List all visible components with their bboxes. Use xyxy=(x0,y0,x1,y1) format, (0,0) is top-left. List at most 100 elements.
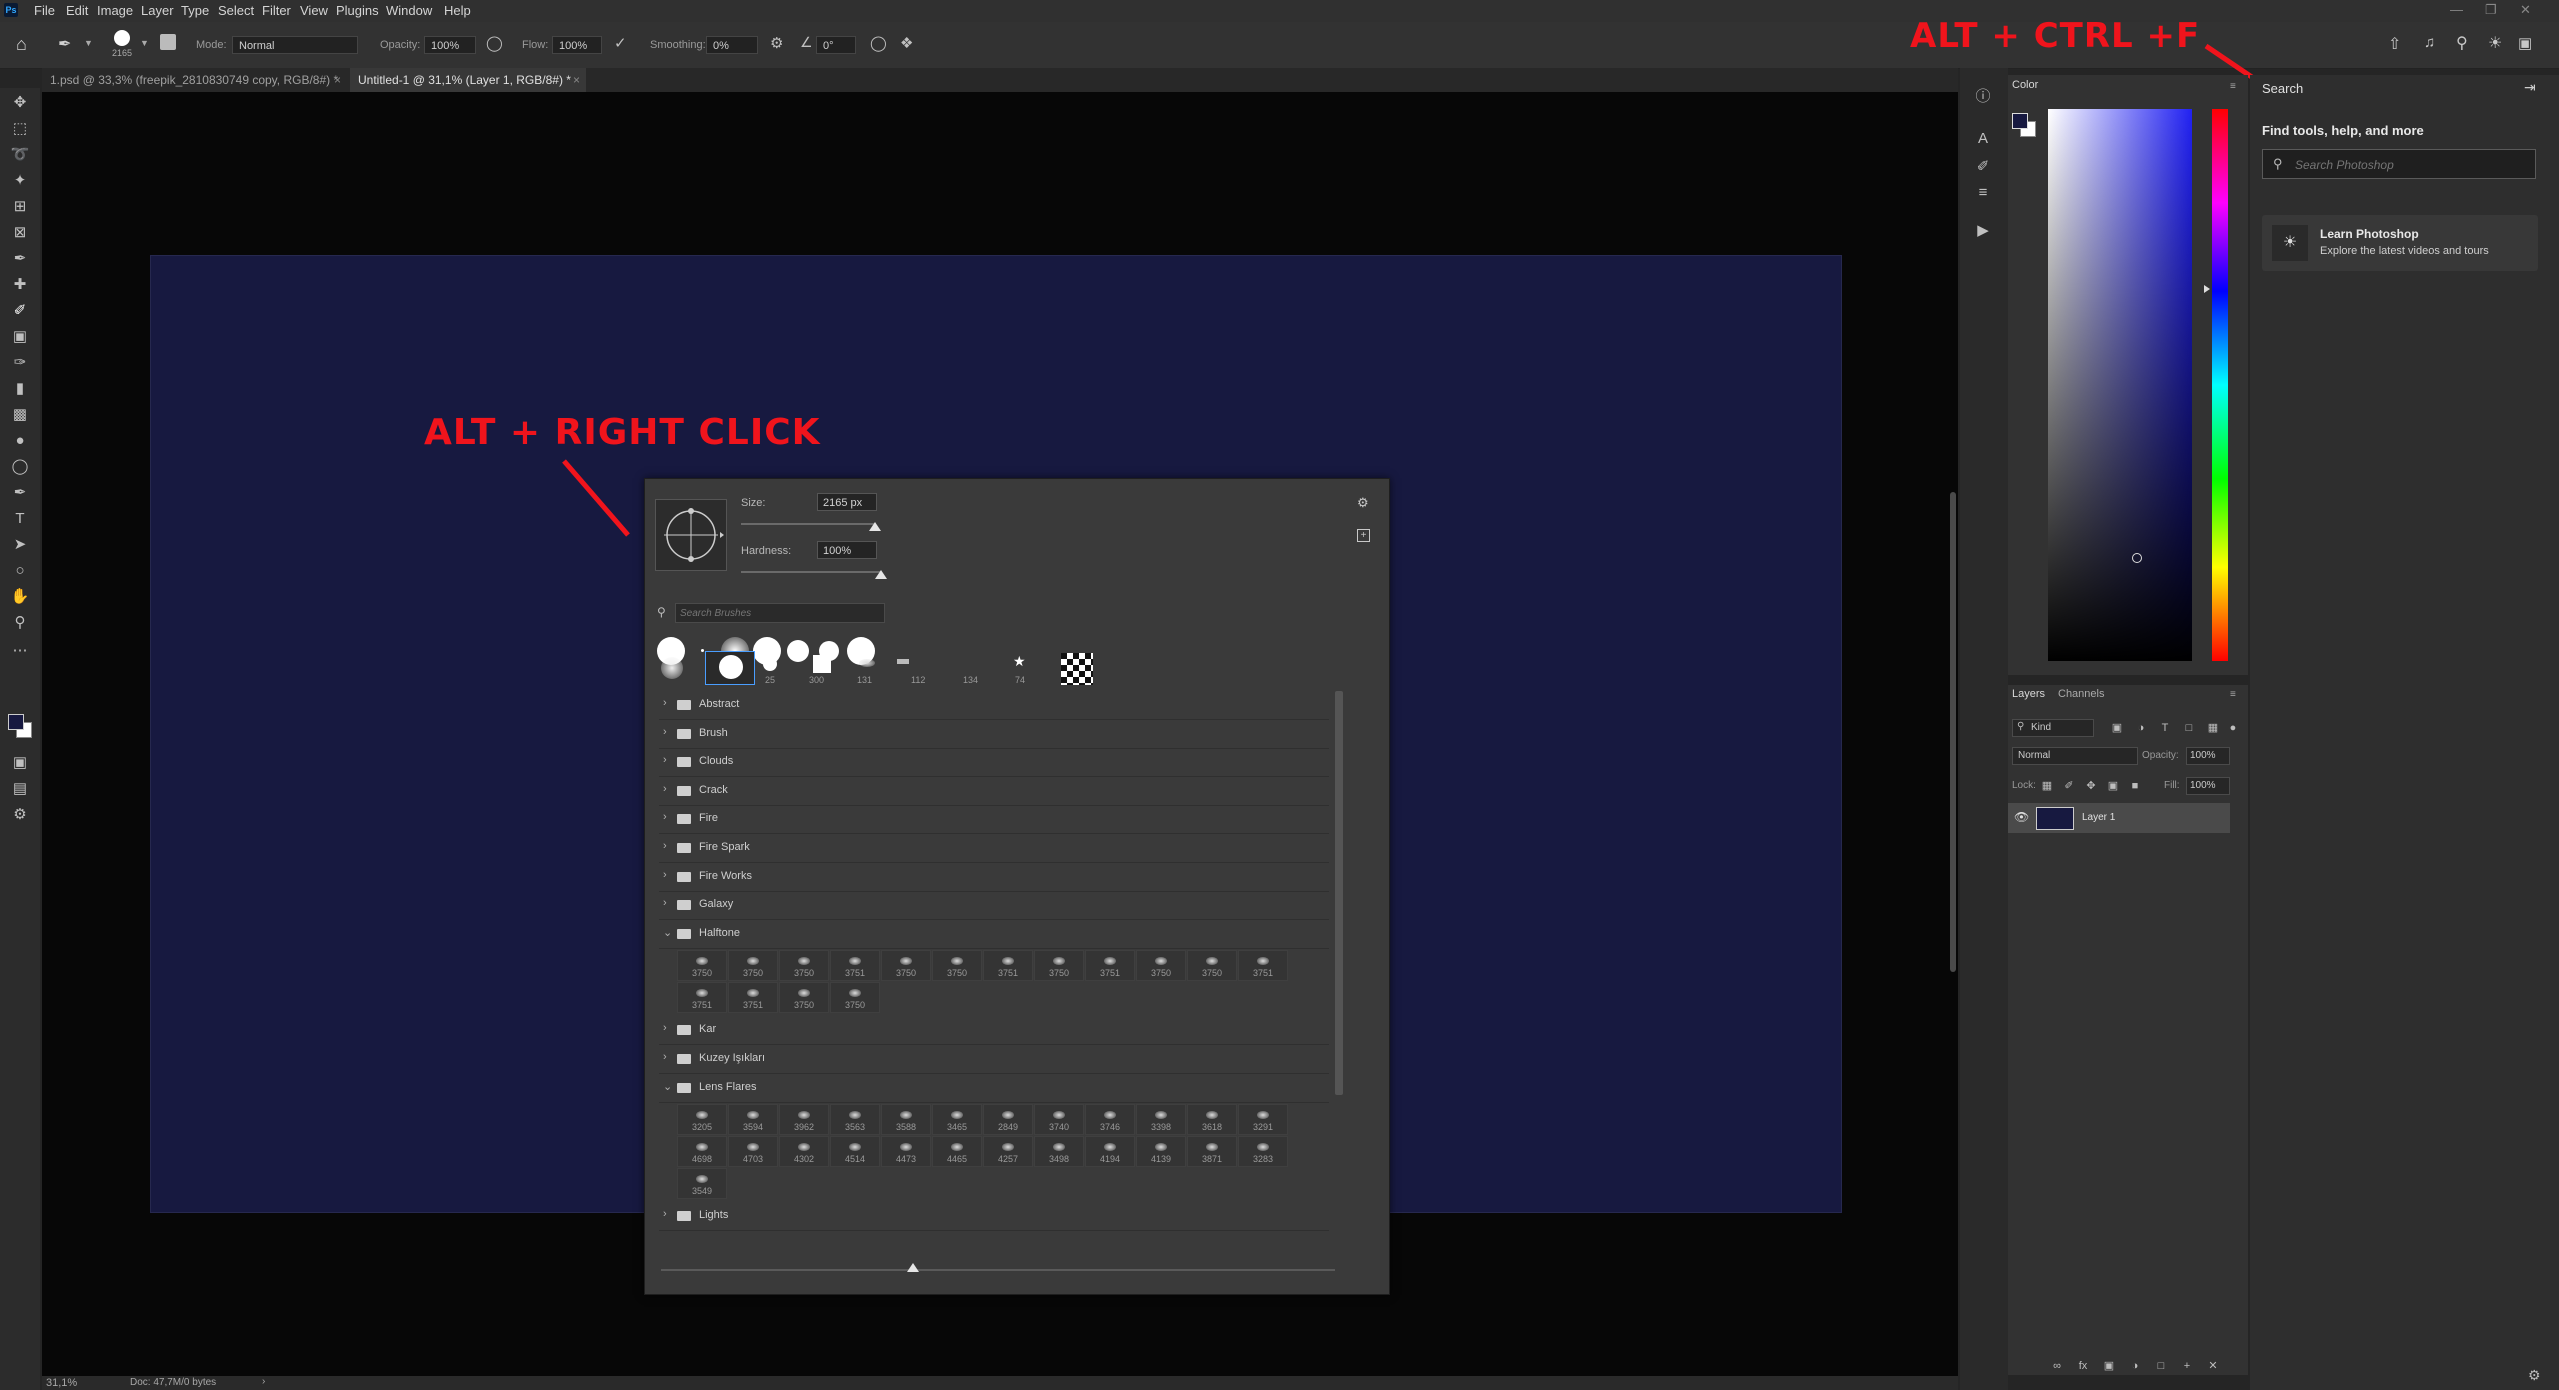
brush-settings-icon[interactable]: ✐ xyxy=(1972,156,1994,178)
brush-thumbnail[interactable]: 3283 xyxy=(1238,1136,1288,1168)
scrollbar-vertical[interactable] xyxy=(1950,492,1956,972)
chevron-down-icon[interactable]: ▼ xyxy=(84,38,93,48)
chevron-right-icon[interactable]: › xyxy=(663,1208,667,1220)
chevron-down-icon[interactable]: ⌄ xyxy=(663,926,672,939)
menu-select[interactable]: Select xyxy=(218,3,254,18)
gradient-tool-icon[interactable]: ▩ xyxy=(9,404,31,426)
brush-thumbnail[interactable]: 3751 xyxy=(1085,950,1135,982)
brush-folder[interactable]: › Kuzey Işıkları xyxy=(659,1045,1329,1074)
brush-folder[interactable]: › Kar xyxy=(659,1016,1329,1046)
brush-folder[interactable]: › Abstract xyxy=(659,691,1329,720)
brush-tool-preset-icon[interactable]: ✒ xyxy=(58,34,71,54)
brush-thumbnail[interactable]: 3871 xyxy=(1187,1136,1237,1168)
chevron-right-icon[interactable]: › xyxy=(663,783,667,795)
chevron-right-icon[interactable]: › xyxy=(663,869,667,881)
brush-thumbnail[interactable]: 3750 xyxy=(830,982,880,1014)
airbrush-icon[interactable]: ✓ xyxy=(614,34,627,52)
lock-position-icon[interactable]: ✥ xyxy=(2082,777,2100,795)
color-picker-cursor[interactable] xyxy=(2132,553,2142,563)
panel-menu-icon[interactable]: ≡ xyxy=(2230,81,2236,92)
new-group-icon[interactable]: □ xyxy=(2152,1357,2170,1375)
preset-brush[interactable] xyxy=(763,657,777,671)
move-tool-icon[interactable]: ✥ xyxy=(9,92,31,114)
size-field[interactable]: 2165 px xyxy=(817,493,877,511)
brush-thumbnail[interactable]: 3751 xyxy=(728,982,778,1014)
brush-thumbnail[interactable]: 3750 xyxy=(779,982,829,1014)
home-icon[interactable]: ⌂ xyxy=(16,34,27,55)
type-tool-icon[interactable]: T xyxy=(9,508,31,530)
actions-play-icon[interactable]: ▶ xyxy=(1972,220,1994,242)
healing-brush-tool-icon[interactable]: ✚ xyxy=(9,274,31,296)
recent-brush[interactable] xyxy=(701,649,704,652)
layer-style-icon[interactable]: fx xyxy=(2074,1357,2092,1375)
type-filter-icon[interactable]: T xyxy=(2156,719,2174,737)
menu-file[interactable]: File xyxy=(34,3,55,18)
brush-folder[interactable]: › Galaxy xyxy=(659,891,1329,921)
brush-thumbnail[interactable]: 4514 xyxy=(830,1136,880,1168)
menu-edit[interactable]: Edit xyxy=(66,3,88,18)
brush-thumbnail[interactable]: 4465 xyxy=(932,1136,982,1168)
history-brush-tool-icon[interactable]: ✑ xyxy=(9,352,31,374)
dodge-tool-icon[interactable]: ◯ xyxy=(9,456,31,478)
brush-thumbnail[interactable]: 3750 xyxy=(728,950,778,982)
collapse-panel-icon[interactable]: ⇥ xyxy=(2524,79,2536,96)
brush-folder[interactable]: › Fire xyxy=(659,805,1329,835)
brush-thumbnail[interactable]: 3750 xyxy=(1136,950,1186,982)
size-slider-thumb[interactable] xyxy=(869,522,881,531)
new-preset-icon[interactable]: + xyxy=(1357,529,1370,542)
preset-brush[interactable] xyxy=(1061,653,1093,685)
menu-image[interactable]: Image xyxy=(97,3,133,18)
brush-thumbnail[interactable]: 3750 xyxy=(1187,950,1237,982)
tab-layers[interactable]: Layers xyxy=(2012,688,2045,700)
brush-thumbnail[interactable]: 3563 xyxy=(830,1104,880,1136)
workspace-icon[interactable]: ▣ xyxy=(2518,34,2532,52)
brush-thumbnail[interactable]: 2849 xyxy=(983,1104,1033,1136)
frame-tool-icon[interactable]: ⊠ xyxy=(9,222,31,244)
new-layer-icon[interactable]: + xyxy=(2178,1357,2196,1375)
quick-mask-icon[interactable]: ▣ xyxy=(9,752,31,774)
layer-row[interactable]: 👁 Layer 1 xyxy=(2008,803,2230,833)
adjustments-icon[interactable]: ≡ xyxy=(1972,182,1994,204)
shape-tool-icon[interactable]: ○ xyxy=(9,560,31,582)
brush-tool-icon[interactable]: ✐ xyxy=(9,300,31,322)
panel-menu-icon[interactable]: ≡ xyxy=(2230,689,2236,700)
smoothing-field[interactable]: 0% xyxy=(706,36,758,54)
brush-thumbnail[interactable]: 3751 xyxy=(1238,950,1288,982)
brush-settings-panel-icon[interactable] xyxy=(160,34,176,50)
hand-tool-icon[interactable]: ✋ xyxy=(9,586,31,608)
smoothing-gear-icon[interactable]: ⚙ xyxy=(770,34,783,52)
eye-icon[interactable]: 👁 xyxy=(2014,810,2029,824)
brush-thumbnail[interactable]: 3751 xyxy=(983,950,1033,982)
chevron-right-icon[interactable]: › xyxy=(262,1376,265,1387)
object-selection-tool-icon[interactable]: ✦ xyxy=(9,170,31,192)
lock-image-icon[interactable]: ✐ xyxy=(2060,777,2078,795)
blend-mode-select[interactable]: Normal xyxy=(2012,747,2138,765)
info-icon[interactable]: ⓘ xyxy=(1972,86,1994,108)
brush-thumbnail[interactable]: 3746 xyxy=(1085,1104,1135,1136)
tab-document-1[interactable]: 1.psd @ 33,3% (freepik_2810830749 copy, … xyxy=(42,68,347,92)
pressure-size-icon[interactable]: ◯ xyxy=(870,34,887,52)
tab-channels[interactable]: Channels xyxy=(2058,688,2104,700)
brush-thumbnail[interactable]: 3740 xyxy=(1034,1104,1084,1136)
tab-color[interactable]: Color xyxy=(2012,79,2038,91)
close-icon[interactable]: × xyxy=(334,68,341,92)
discover-icon[interactable]: ☀ xyxy=(2488,33,2502,53)
share-icon[interactable]: ⇧ xyxy=(2388,34,2401,54)
search-box[interactable]: ⚲ xyxy=(2262,149,2536,179)
preset-brush[interactable] xyxy=(859,659,875,667)
brush-thumbnail[interactable]: 4703 xyxy=(728,1136,778,1168)
brush-folder[interactable]: › Brush xyxy=(659,720,1329,749)
opacity-field[interactable]: 100% xyxy=(424,36,476,54)
brush-thumbnail[interactable]: 3498 xyxy=(1034,1136,1084,1168)
brush-thumbnail[interactable]: 4194 xyxy=(1085,1136,1135,1168)
menu-view[interactable]: View xyxy=(300,3,328,18)
gear-icon[interactable]: ⚙ xyxy=(2528,1367,2541,1384)
close-icon[interactable]: × xyxy=(573,68,580,92)
chevron-right-icon[interactable]: › xyxy=(663,840,667,852)
tab-document-2[interactable]: Untitled-1 @ 31,1% (Layer 1, RGB/8#) * × xyxy=(350,68,586,92)
character-icon[interactable]: A xyxy=(1972,128,1994,150)
brush-thumbnail[interactable]: 3594 xyxy=(728,1104,778,1136)
brush-thumbnail[interactable]: 4257 xyxy=(983,1136,1033,1168)
hardness-slider-track[interactable] xyxy=(741,571,881,573)
pen-tool-icon[interactable]: ✒ xyxy=(9,482,31,504)
